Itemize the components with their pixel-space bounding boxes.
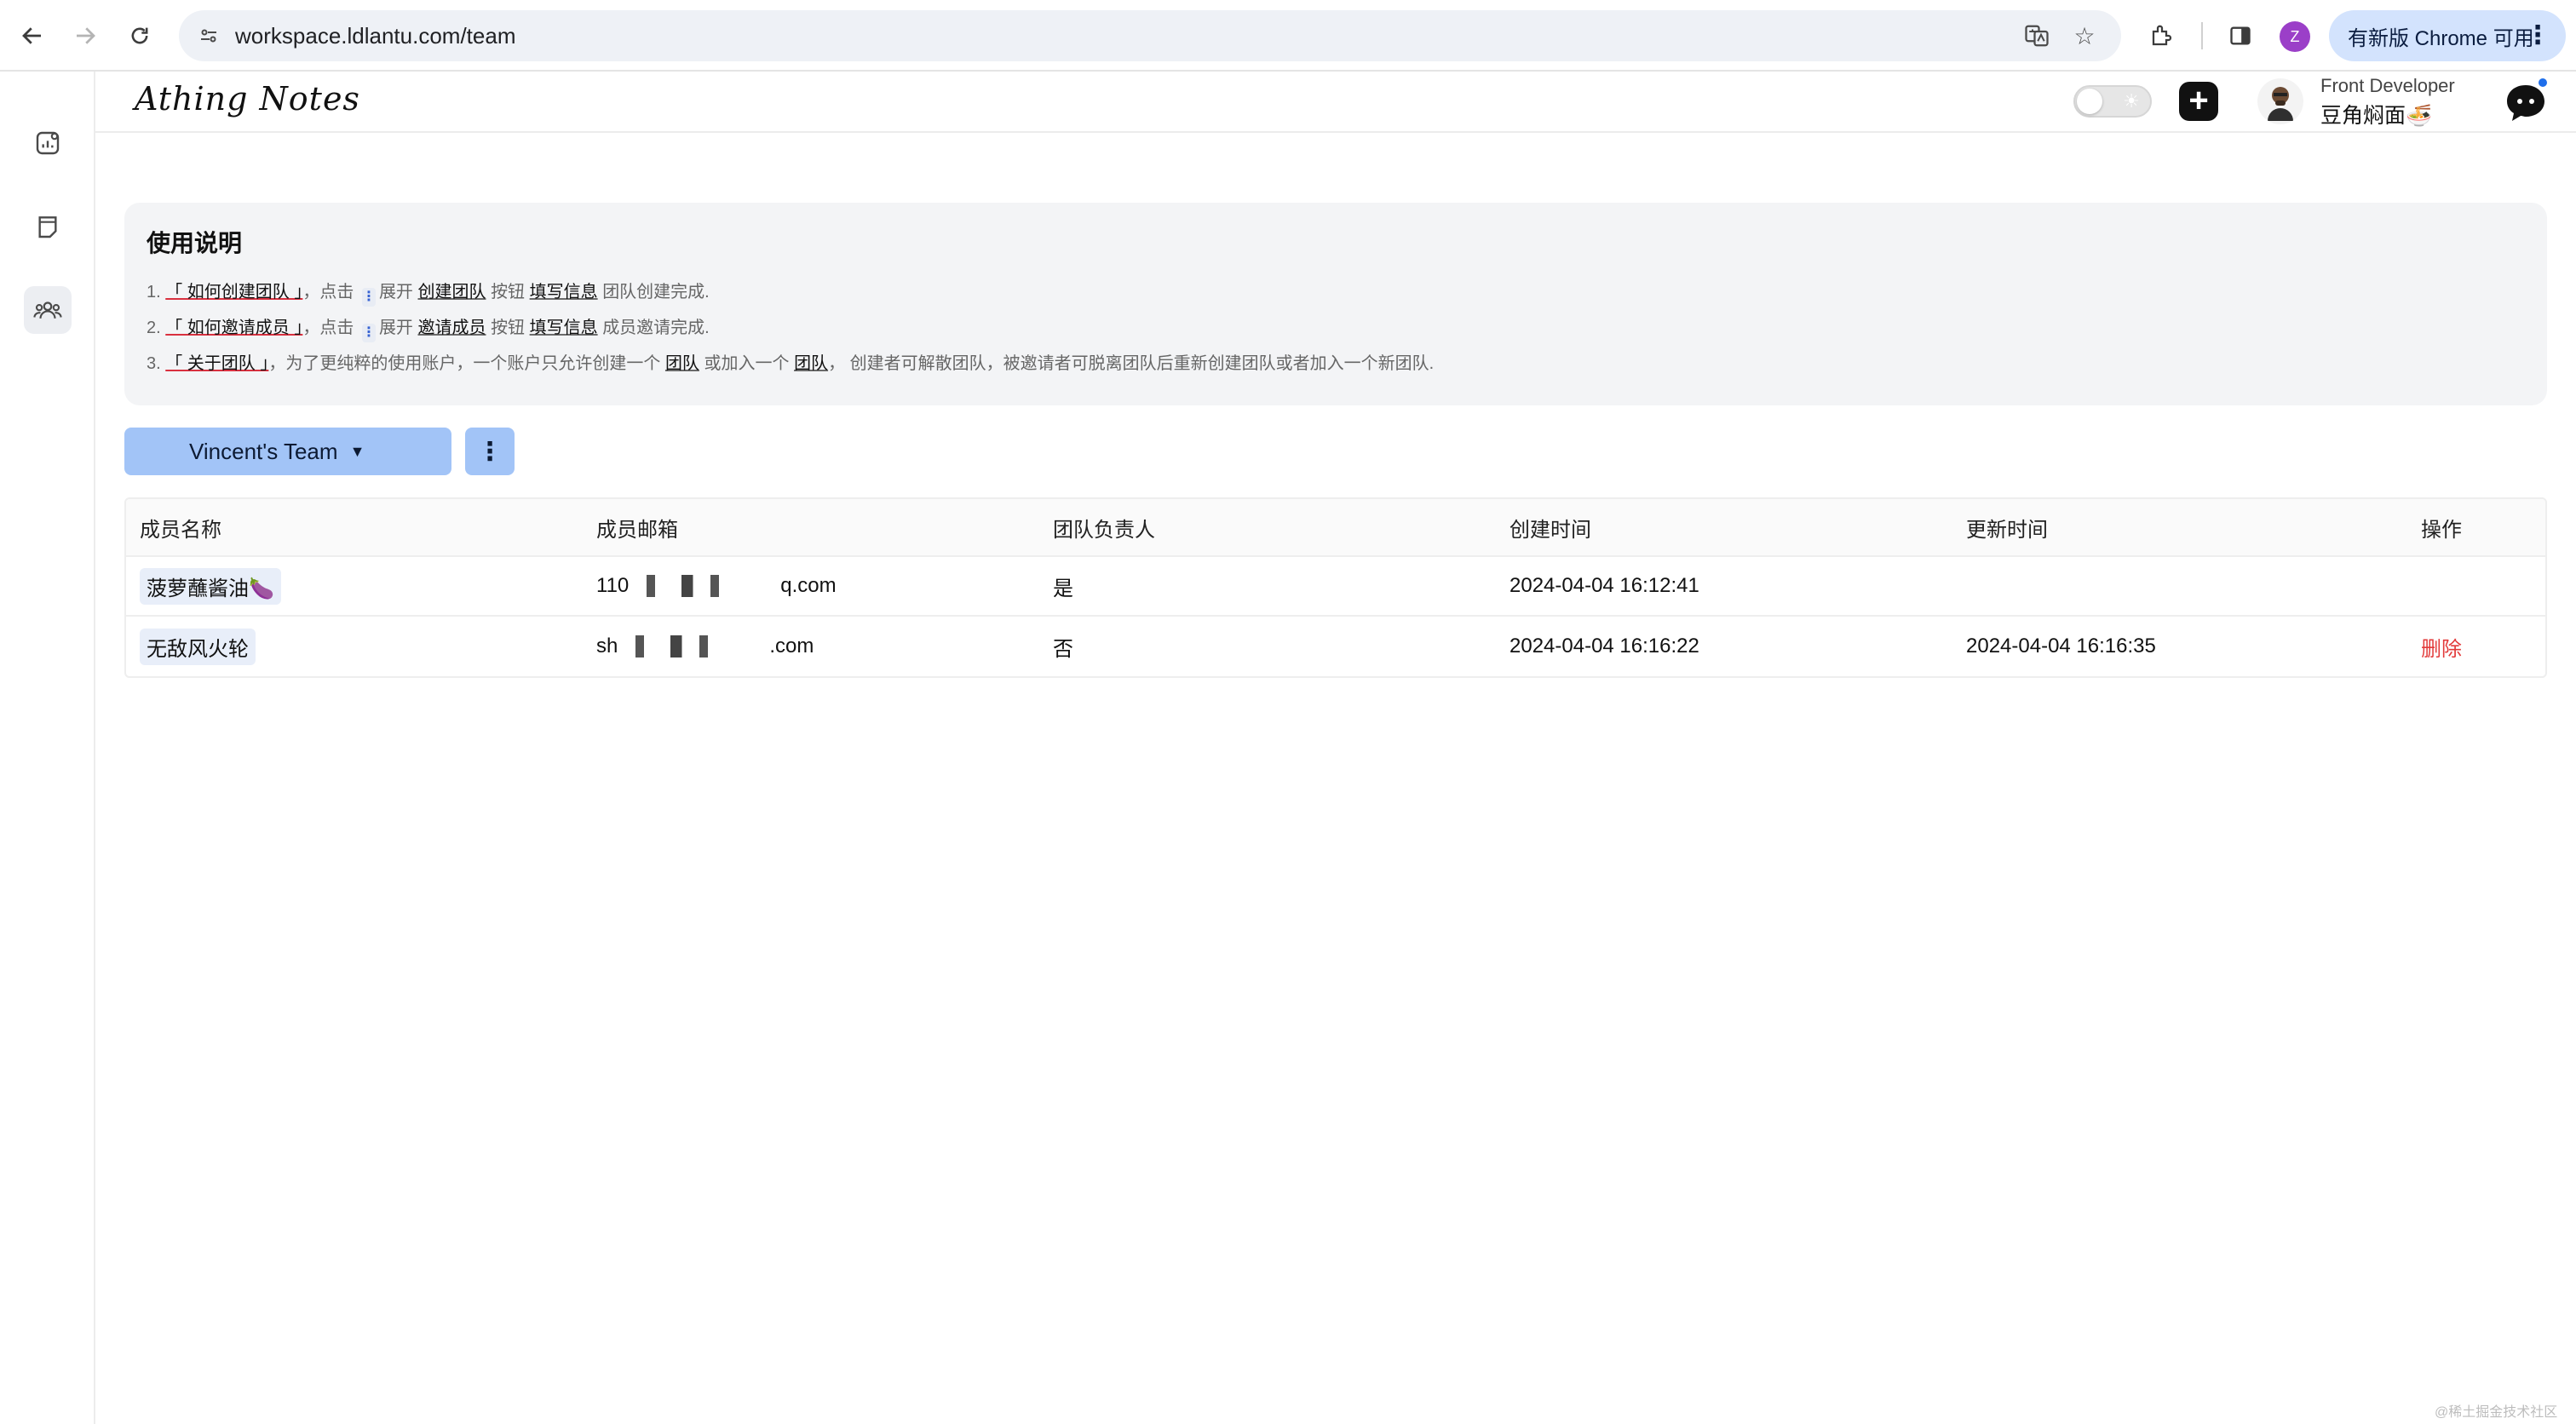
instruction-line-2: 2. 「 如何邀请成员 」，点击 ⋮ 展开 邀请成员 按钮 填写信息 成员邀请完成…: [147, 313, 710, 342]
update-label: 有新版 Chrome 可用: [2348, 26, 2534, 50]
user-role: Front Developer: [2320, 75, 2455, 96]
add-button[interactable]: +: [2179, 82, 2218, 121]
chat-bot-icon[interactable]: [2504, 83, 2547, 123]
column-header: 成员邮箱: [596, 518, 678, 542]
notification-dot: [2537, 77, 2549, 89]
address-bar[interactable]: workspace.ldlantu.com/team ☆: [179, 10, 2121, 61]
app-logo[interactable]: Athing Notes: [135, 80, 360, 118]
team-leader-flag: 是: [1053, 577, 1073, 600]
column-header: 团队负责人: [1053, 518, 1155, 542]
column-header: 创建时间: [1509, 518, 1591, 542]
dashboard-icon: [36, 131, 60, 155]
sidebar: [0, 72, 95, 1424]
toggle-knob: [2077, 89, 2102, 114]
back-icon[interactable]: [12, 15, 53, 56]
profile-avatar[interactable]: Z: [2280, 21, 2310, 52]
main-content: 使用说明 1. 「 如何创建团队 」，点击 ⋮ 展开 创建团队 按钮 填写信息 团…: [95, 133, 2576, 1424]
notes-icon: [38, 216, 57, 238]
sidebar-item-notes[interactable]: [24, 203, 72, 250]
redaction-mask: [621, 635, 767, 657]
team-selector[interactable]: Vincent's Team ▼: [124, 428, 451, 475]
app-header: Athing Notes ☀ + Front Developer 豆角焖面🍜: [95, 72, 2576, 133]
chrome-update-button[interactable]: 有新版 Chrome 可用 ⋮: [2329, 10, 2566, 61]
site-settings-icon[interactable]: [193, 20, 225, 52]
more-vert-icon: ⋮: [361, 324, 376, 342]
member-email: 110 q.com: [596, 574, 837, 597]
usage-instructions: 使用说明 1. 「 如何创建团队 」，点击 ⋮ 展开 创建团队 按钮 填写信息 团…: [124, 203, 2547, 405]
instruction-line-1: 1. 「 如何创建团队 」，点击 ⋮ 展开 创建团队 按钮 填写信息 团队创建完成…: [147, 278, 710, 307]
table-row: 菠萝蘸酱油🍆 110 q.com 是 2024-04-04 16:12:41: [126, 557, 2545, 617]
bookmark-star-icon[interactable]: ☆: [2068, 20, 2101, 52]
sidebar-item-team[interactable]: [24, 286, 72, 334]
browser-toolbar: workspace.ldlantu.com/team ☆ Z 有新版 Chrom…: [0, 0, 2576, 72]
url-text[interactable]: workspace.ldlantu.com/team: [235, 23, 515, 49]
instructions-title: 使用说明: [147, 230, 243, 256]
user-avatar[interactable]: [2257, 78, 2303, 124]
sidebar-item-dashboard[interactable]: [24, 119, 72, 167]
delete-member-link[interactable]: 删除: [2421, 617, 2462, 676]
more-vert-icon[interactable]: ⋮: [2525, 20, 2550, 50]
user-name: 豆角焖面🍜: [2320, 104, 2433, 128]
column-header: 更新时间: [1966, 518, 2048, 542]
instruction-line-3: 3. 「 关于团队 」，为了更纯粹的使用账户，一个账户只允许创建一个 团队 或加…: [147, 354, 1435, 373]
member-name-tag: 无敌风火轮: [140, 628, 256, 665]
forward-icon[interactable]: [65, 15, 106, 56]
table-header-row: 成员名称 成员邮箱 团队负责人 创建时间 更新时间 操作: [126, 499, 2545, 557]
table-row: 无敌风火轮 sh .com 否 2024-04-04 16:16:22 2024-…: [126, 617, 2545, 676]
team-name: Vincent's Team: [189, 438, 338, 464]
members-table: 成员名称 成员邮箱 团队负责人 创建时间 更新时间 操作 菠萝蘸酱油🍆 110 q…: [124, 497, 2547, 678]
created-time: 2024-04-04 16:12:41: [1509, 574, 1699, 597]
theme-toggle[interactable]: ☀: [2073, 85, 2152, 118]
toolbar-divider: [2201, 22, 2203, 49]
member-name-tag: 菠萝蘸酱油🍆: [140, 567, 281, 605]
created-time: 2024-04-04 16:16:22: [1509, 634, 1699, 657]
team-actions-button[interactable]: ⋮: [465, 428, 515, 475]
column-header: 操作: [2421, 518, 2462, 542]
member-email: sh .com: [596, 634, 814, 657]
redaction-mask: [632, 575, 778, 597]
column-header: 成员名称: [140, 518, 221, 542]
team-icon: [33, 301, 62, 319]
watermark: @稀土掘金技术社区: [2435, 1405, 2558, 1420]
translate-icon[interactable]: [2021, 20, 2053, 52]
extensions-icon[interactable]: [2142, 15, 2182, 56]
reload-icon[interactable]: [119, 15, 160, 56]
more-vert-icon: ⋮: [361, 288, 376, 307]
team-leader-flag: 否: [1053, 637, 1073, 661]
caret-down-icon: ▼: [349, 442, 365, 460]
updated-time: 2024-04-04 16:16:35: [1966, 634, 2156, 657]
side-panel-icon[interactable]: [2220, 15, 2261, 56]
sun-icon: ☀: [2123, 90, 2140, 112]
